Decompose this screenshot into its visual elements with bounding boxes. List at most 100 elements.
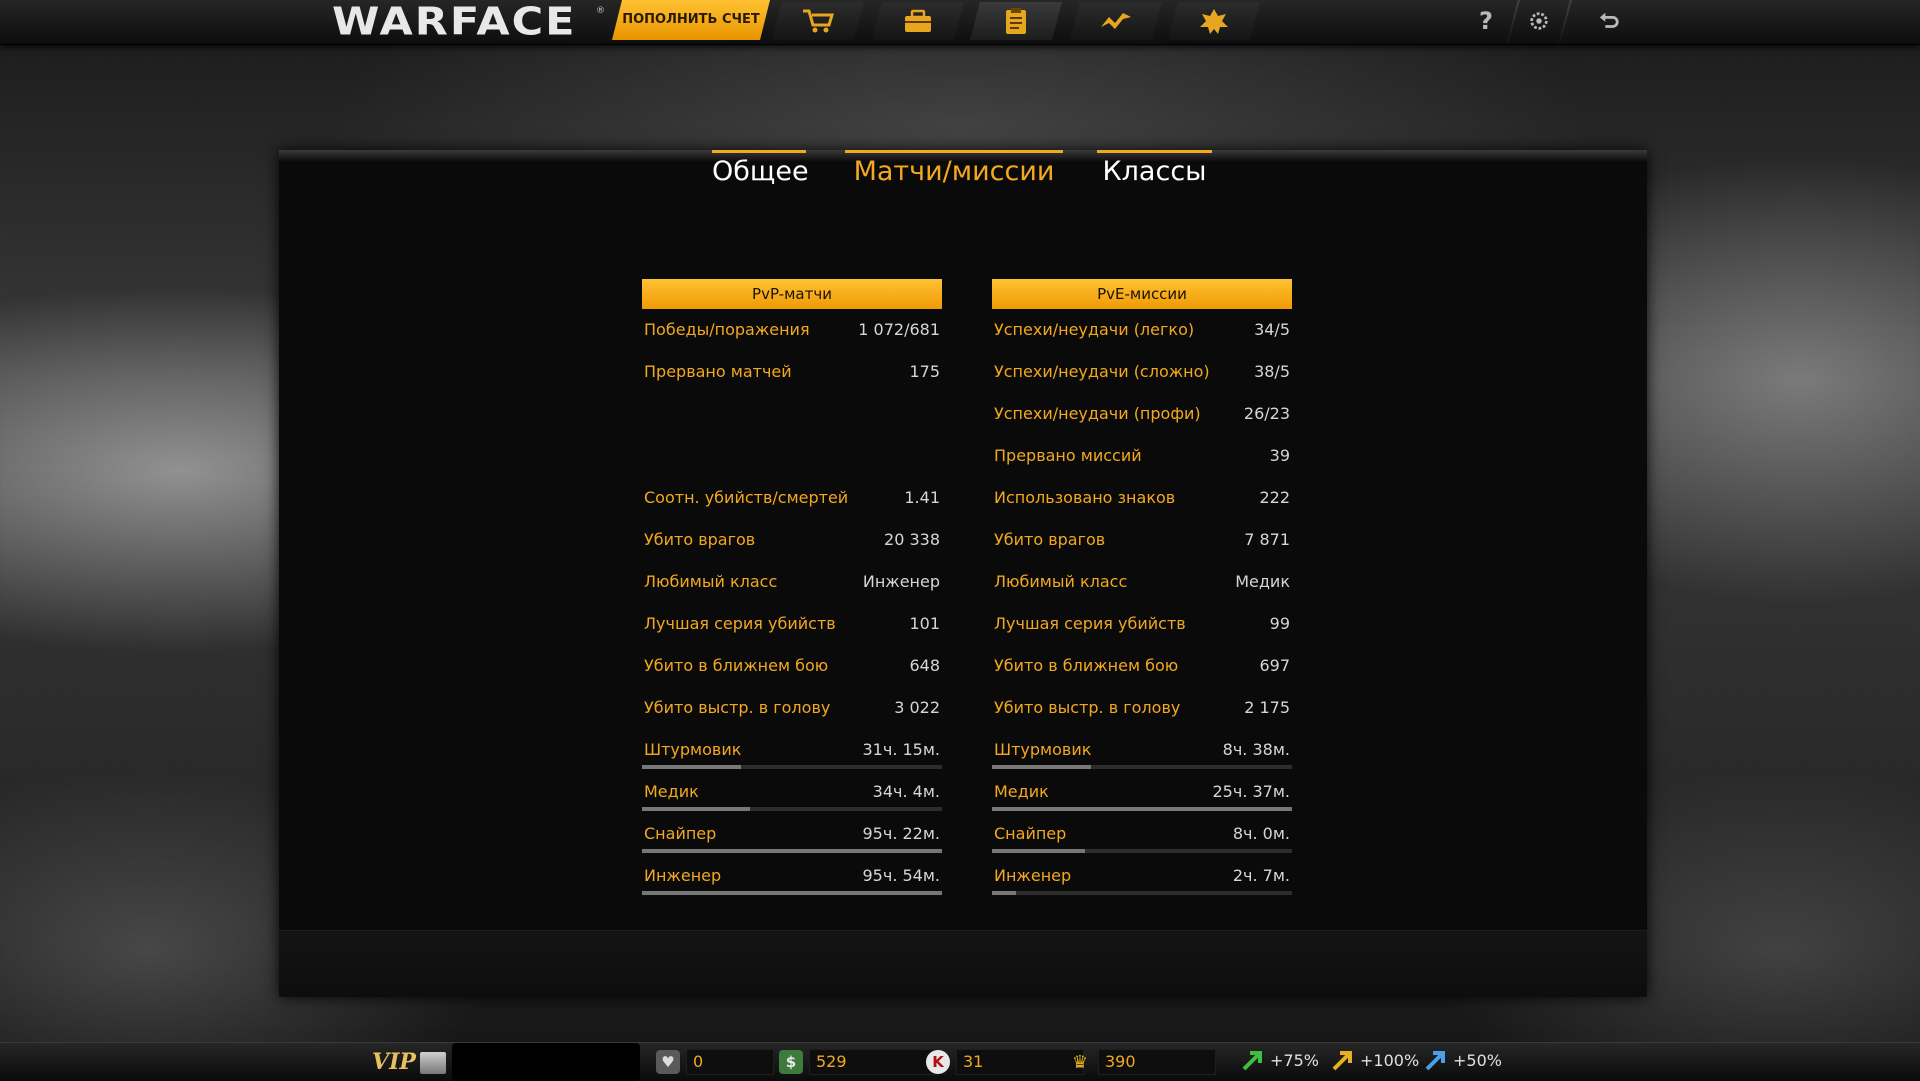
stat-value: 38/5 xyxy=(1254,362,1290,381)
progress-fill xyxy=(642,849,942,853)
stat-value: 7 871 xyxy=(1244,530,1290,549)
boost-item: +75% xyxy=(1242,1049,1319,1071)
gear-icon[interactable] xyxy=(1522,6,1556,36)
class-time-row: Штурмовик 8ч. 38м. xyxy=(992,735,1292,769)
achievements-nav-button[interactable] xyxy=(1070,2,1162,40)
class-time-value: 8ч. 38м. xyxy=(1222,740,1290,759)
redacted-nickname xyxy=(452,1043,640,1081)
stat-row: Лучшая серия убийств 99 xyxy=(992,609,1292,643)
stat-label: Прервано миссий xyxy=(994,446,1142,465)
class-time-value: 31ч. 15м. xyxy=(862,740,941,759)
class-time-value: 2ч. 7м. xyxy=(1232,866,1290,885)
crown-icon: ♛ xyxy=(1071,1051,1089,1073)
tab-underline xyxy=(1097,150,1212,153)
stat-value: Медик xyxy=(1235,572,1290,591)
stat-value: 648 xyxy=(909,656,940,675)
currency-item: $ 529 xyxy=(779,1049,937,1075)
class-label: Штурмовик xyxy=(994,740,1092,759)
stat-value: 222 xyxy=(1259,488,1290,507)
sp-boost-arrow-icon xyxy=(1425,1051,1445,1071)
bottom-status-bar: VIP ♥ 0 $ 529 K 31 ♛ 390 +75% +100% +50% xyxy=(0,1042,1920,1081)
currency-item: ♛ 390 xyxy=(1068,1049,1216,1075)
progress-fill xyxy=(992,807,1292,811)
inventory-nav-button[interactable] xyxy=(872,2,964,40)
pvp-header: PvP-матчи xyxy=(642,279,942,309)
stat-label: Успехи/неудачи (легко) xyxy=(994,320,1195,339)
stat-row: Соотн. убийств/смертей 1.41 xyxy=(642,483,942,517)
panel-footer xyxy=(279,930,1647,997)
stat-value: 26/23 xyxy=(1243,404,1290,423)
stats-clipboard-icon xyxy=(999,7,1033,35)
stat-label: Убито врагов xyxy=(994,530,1106,549)
stat-label: Лучшая серия убийств xyxy=(994,614,1186,633)
progress-track xyxy=(642,765,942,769)
stat-row: Победы/поражения 1 072/681 xyxy=(642,315,942,349)
stat-row: Успехи/неудачи (профи) 26/23 xyxy=(992,399,1292,433)
tab-underline xyxy=(845,150,1063,153)
help-icon[interactable]: ? xyxy=(1469,6,1503,36)
class-label: Снайпер xyxy=(994,824,1067,843)
tab-label: Классы xyxy=(1102,156,1207,187)
currency-value: 529 xyxy=(809,1049,937,1075)
stat-row: Прервано матчей 175 xyxy=(642,357,942,391)
class-time-value: 95ч. 22м. xyxy=(862,824,941,843)
separator xyxy=(1558,0,1572,44)
class-time-row: Снайпер 95ч. 22м. xyxy=(642,819,942,853)
progress-fill xyxy=(992,891,1016,895)
progress-track xyxy=(642,891,942,895)
tab-classes[interactable]: Классы xyxy=(1097,150,1212,200)
vip-label[interactable]: VIP xyxy=(372,1049,416,1075)
progress-fill xyxy=(642,891,942,895)
shop-cart-icon xyxy=(801,7,835,35)
stat-label: Успехи/неудачи (сложно) xyxy=(994,362,1210,381)
stat-row: Убито выстр. в голову 2 175 xyxy=(992,693,1292,727)
stat-row: Убито врагов 7 871 xyxy=(992,525,1292,559)
boost-item: +50% xyxy=(1425,1049,1502,1071)
tab-general[interactable]: Общее xyxy=(712,150,809,200)
progress-track xyxy=(992,807,1292,811)
progress-track xyxy=(642,849,942,853)
stat-value: 1 072/681 xyxy=(858,320,940,339)
class-time-value: 25ч. 37м. xyxy=(1212,782,1291,801)
boost-value: +50% xyxy=(1453,1050,1502,1070)
stat-row: Убито в ближнем бою 697 xyxy=(992,651,1292,685)
stat-value: 2 175 xyxy=(1244,698,1290,717)
stat-label: Успехи/неудачи (профи) xyxy=(994,404,1201,423)
top-up-account-button[interactable]: ПОПОЛНИТЬ СЧЕТ xyxy=(612,0,770,40)
stat-row: Убито в ближнем бою 648 xyxy=(642,651,942,685)
clan-nav-button[interactable] xyxy=(1168,2,1260,40)
stat-value: 34/5 xyxy=(1254,320,1290,339)
stat-label: Соотн. убийств/смертей xyxy=(644,488,849,507)
progress-track xyxy=(642,807,942,811)
tab-label: Матчи/миссии xyxy=(853,156,1055,187)
warface-logo: WARFACE xyxy=(332,0,577,45)
heart-shield-icon: ♥ xyxy=(656,1050,680,1074)
currency-item: K 31 xyxy=(926,1049,1084,1075)
shop-nav-button[interactable] xyxy=(772,2,864,40)
stats-nav-button[interactable] xyxy=(970,2,1062,40)
clan-emblem-icon xyxy=(1197,7,1231,35)
inventory-box-icon xyxy=(901,7,935,35)
currency-value: 390 xyxy=(1098,1049,1216,1075)
exit-icon[interactable] xyxy=(1592,6,1626,36)
progress-fill xyxy=(992,849,1085,853)
stat-label: Лучшая серия убийств xyxy=(644,614,836,633)
stat-label: Любимый класс xyxy=(994,572,1128,591)
class-time-row: Снайпер 8ч. 0м. xyxy=(992,819,1292,853)
rank-badge-icon[interactable] xyxy=(420,1052,446,1074)
progress-fill xyxy=(992,765,1091,769)
stat-label: Победы/поражения xyxy=(644,320,810,339)
tab-matches-missions[interactable]: Матчи/миссии xyxy=(845,150,1063,200)
kredits-k-icon: K xyxy=(926,1050,950,1074)
progress-fill xyxy=(642,807,750,811)
stat-value: Инженер xyxy=(862,572,940,591)
stat-value: 697 xyxy=(1259,656,1290,675)
stat-value: 39 xyxy=(1269,446,1290,465)
stat-value: 99 xyxy=(1269,614,1290,633)
stat-row: Успехи/неудачи (легко) 34/5 xyxy=(992,315,1292,349)
pve-header: PvE-миссии xyxy=(992,279,1292,309)
class-label: Медик xyxy=(994,782,1049,801)
boost-item: +100% xyxy=(1332,1049,1419,1071)
class-time-row: Штурмовик 31ч. 15м. xyxy=(642,735,942,769)
stat-row: Прервано миссий 39 xyxy=(992,441,1292,475)
